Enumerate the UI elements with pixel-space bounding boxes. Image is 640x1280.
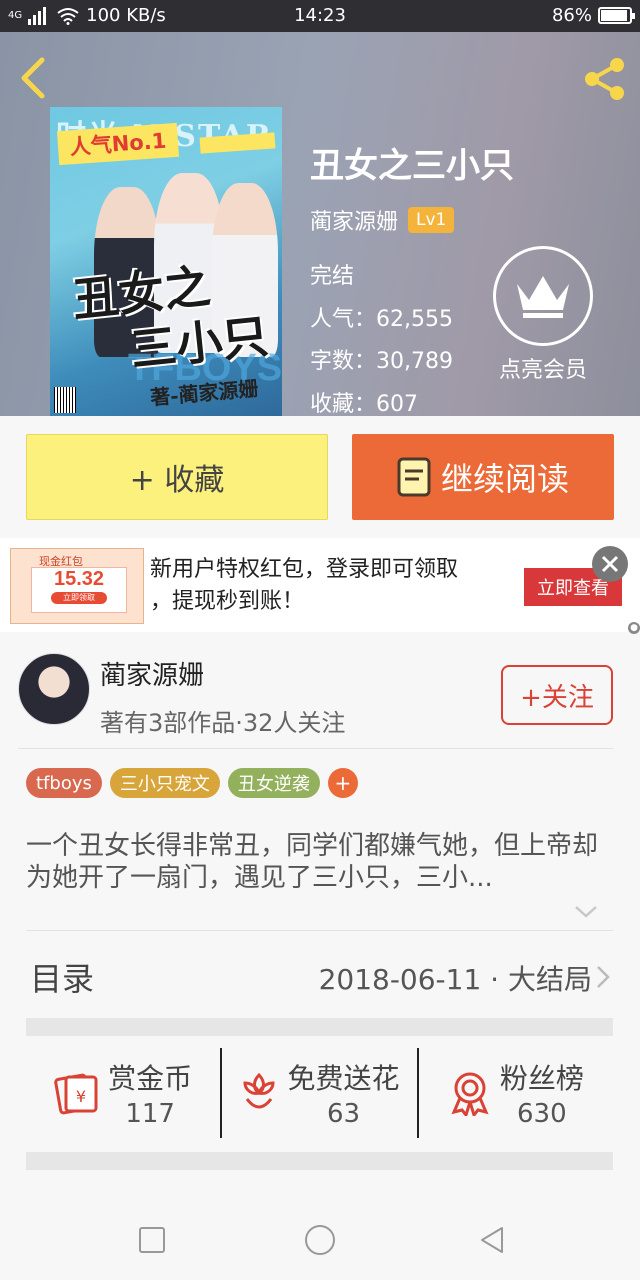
ad-close-button[interactable] — [592, 546, 628, 582]
navigation-bar — [0, 1200, 640, 1280]
author-section-name[interactable]: 蔺家源姗 — [100, 655, 204, 692]
chevron-left-icon — [21, 57, 45, 99]
stat-value: 117 — [125, 1099, 175, 1129]
medal-icon — [451, 1072, 489, 1116]
avatar[interactable] — [18, 653, 90, 725]
synopsis: 一个丑女长得非常丑，同学们都嫌气她，但上帝却为她开了一扇门，遇见了三小只，三小.… — [26, 831, 599, 893]
action-bar: + 收藏 继续阅读 — [0, 416, 640, 538]
back-button[interactable] — [14, 54, 54, 102]
tag-list: tfboys 三小只宠文 丑女逆袭 + — [26, 768, 358, 798]
tag-chip[interactable]: 三小只宠文 — [109, 768, 220, 798]
tag-chip[interactable]: 丑女逆袭 — [227, 768, 320, 798]
section-gap — [26, 1152, 613, 1170]
add-tag-button[interactable]: + — [327, 768, 358, 798]
stat-label: 粉丝榜 — [499, 1062, 584, 1095]
author-row: 蔺家源姗 Lv1 — [310, 204, 455, 236]
book-popularity: 人气：62,555 — [310, 307, 453, 332]
recent-apps-button[interactable] — [134, 1222, 170, 1258]
ad-text: 新用户特权红包，登录即可领取 ，提现秒到账！ — [150, 554, 490, 618]
book-icon — [397, 457, 431, 497]
battery-percent: 86% — [551, 5, 592, 26]
stat-label: 免费送花 — [287, 1062, 400, 1095]
vip-button[interactable]: 点亮会员 — [492, 246, 594, 384]
author-name[interactable]: 蔺家源姗 — [310, 204, 398, 236]
cover-barcode — [54, 387, 76, 413]
book-word-count: 字数：30,789 — [310, 349, 453, 374]
stat-text: 赏金币 117 — [108, 1057, 192, 1129]
crown-icon — [517, 276, 569, 318]
cover-badge: 人气No.1 — [56, 122, 180, 166]
ad-line-1: 新用户特权红包，登录即可领取 — [150, 557, 459, 582]
toc-latest: 2018-06-11 · 大结局 — [318, 963, 592, 996]
ad-info-icon[interactable]: ● — [628, 622, 640, 634]
clock: 14:23 — [294, 5, 346, 26]
ad-thumbnail: 现金红包 15.32 立即领取 — [10, 548, 144, 624]
vip-label: 点亮会员 — [498, 358, 587, 383]
share-button[interactable] — [580, 54, 630, 104]
battery-icon — [598, 7, 635, 24]
stat-value: 63 — [326, 1099, 361, 1129]
section-gap — [26, 1018, 613, 1036]
author-meta: 著有3部作品·32人关注 — [100, 709, 346, 737]
stat-text: 粉丝榜 630 — [500, 1057, 584, 1129]
status-right: 86% — [551, 5, 635, 26]
ad-line-2: ，提现秒到账！ — [150, 589, 305, 614]
stat-fans[interactable]: 粉丝榜 630 — [416, 1048, 613, 1138]
expand-button[interactable] — [572, 902, 600, 922]
book-status: 完结 — [310, 264, 355, 289]
share-icon — [585, 58, 624, 100]
collect-button[interactable]: + 收藏 — [26, 434, 328, 520]
toc-row[interactable]: 目录 2018-06-11 · 大结局 — [0, 940, 640, 1012]
ad-thumb-button: 立即领取 — [51, 592, 107, 604]
follow-button[interactable]: +关注 — [501, 665, 613, 725]
close-icon — [601, 555, 619, 573]
level-badge: Lv1 — [408, 207, 455, 233]
tag-chip[interactable]: tfboys — [26, 768, 102, 798]
divider — [18, 748, 613, 749]
divider — [26, 930, 613, 931]
ad-banner[interactable]: 现金红包 15.32 立即领取 新用户特权红包，登录即可领取 ，提现秒到账！ 立… — [0, 538, 640, 632]
continue-read-label: 继续阅读 — [440, 460, 569, 498]
stat-reward[interactable]: ¥ 赏金币 117 — [26, 1048, 220, 1138]
status-bar: 4G 100 KB/s 14:23 86% — [0, 0, 640, 32]
vip-circle — [493, 246, 593, 346]
red-envelope-icon: ¥ — [54, 1073, 98, 1115]
book-favorites: 收藏：607 — [310, 392, 418, 416]
stat-text: 免费送花 63 — [287, 1057, 399, 1129]
back-nav-button[interactable] — [474, 1222, 510, 1258]
chevron-down-icon — [575, 906, 597, 918]
toc-label: 目录 — [30, 960, 95, 998]
flower-icon — [243, 1072, 275, 1109]
book-cover[interactable]: 时光 N·STAR 人气No.1 TFBOYS 丑女之 三小只 著-蔺家源姗 — [50, 107, 282, 416]
svg-text:¥: ¥ — [76, 1087, 86, 1106]
stats-row: ¥ 赏金币 117 免费送花 63 粉丝榜 630 — [26, 1048, 613, 1138]
book-header: 时光 N·STAR 人气No.1 TFBOYS 丑女之 三小只 著-蔺家源姗 丑… — [0, 32, 640, 416]
ad-amount: 15.32 — [53, 568, 105, 590]
continue-read-button[interactable]: 继续阅读 — [352, 434, 614, 520]
stat-label: 赏金币 — [108, 1062, 193, 1095]
stat-value: 630 — [517, 1099, 567, 1129]
ad-thumb-card: 15.32 立即领取 — [31, 567, 127, 613]
chevron-right-icon — [597, 966, 610, 988]
battery-fill — [601, 10, 627, 21]
author-section: 蔺家源姗 著有3部作品·32人关注 +关注 — [0, 645, 640, 745]
home-button[interactable] — [302, 1222, 338, 1258]
stat-flower[interactable]: 免费送花 63 — [220, 1048, 416, 1138]
book-title: 丑女之三小只 — [310, 146, 514, 186]
